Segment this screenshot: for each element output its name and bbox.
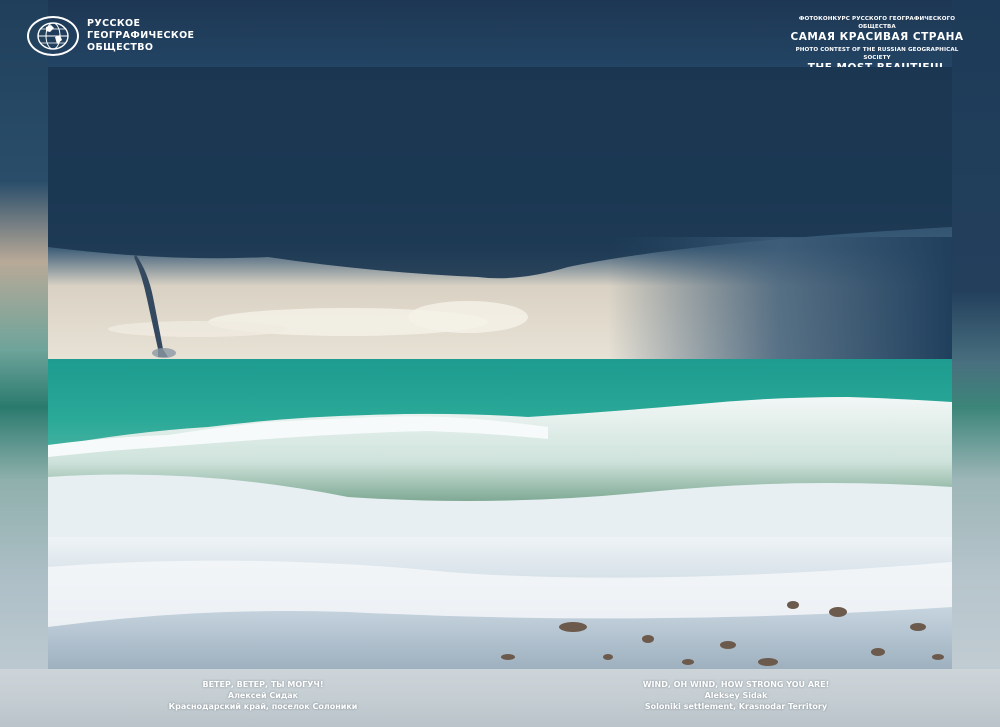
- globe-emblem-icon: [27, 16, 79, 56]
- blurred-side-left: [0, 0, 48, 727]
- footer-bar: [0, 669, 1000, 727]
- caption-ru: ВЕТЕР, ВЕТЕР, ТЫ МОГУЧ! Алексей Сидак Кр…: [160, 679, 366, 712]
- blurred-side-right: [952, 0, 1000, 727]
- main-photo: [48, 67, 952, 669]
- caption-ru-title: ВЕТЕР, ВЕТЕР, ТЫ МОГУЧ!: [202, 680, 324, 689]
- contest-ru-big: САМАЯ КРАСИВАЯ СТРАНА: [790, 31, 964, 43]
- rgo-logo: РУССКОЕ ГЕОГРАФИЧЕСКОЕ ОБЩЕСТВО: [27, 16, 194, 56]
- org-name-line-2: ГЕОГРАФИЧЕСКОЕ: [87, 30, 195, 41]
- caption-en-author: Aleksey Sidak: [704, 691, 768, 700]
- org-name-line-3: ОБЩЕСТВО: [87, 42, 154, 53]
- caption-en-location: Soloniki settlement, Krasnodar Territory: [644, 702, 828, 711]
- caption-ru-location: Краснодарский край, поселок Солоники: [168, 702, 358, 711]
- contest-en-small: PHOTO CONTEST OF THE RUSSIAN GEOGRAPHICA…: [795, 47, 959, 61]
- caption-en-title: WIND, OH WIND, HOW STRONG YOU ARE!: [642, 680, 830, 689]
- org-name: РУССКОЕ ГЕОГРАФИЧЕСКОЕ ОБЩЕСТВО: [87, 18, 194, 54]
- org-name-line-1: РУССКОЕ: [87, 18, 141, 29]
- contest-ru-small: ФОТОКОНКУРС РУССКОГО ГЕОГРАФИЧЕСКОГО ОБЩ…: [798, 16, 956, 30]
- caption-en: WIND, OH WIND, HOW STRONG YOU ARE! Aleks…: [636, 679, 836, 712]
- caption-ru-author: Алексей Сидак: [227, 691, 299, 700]
